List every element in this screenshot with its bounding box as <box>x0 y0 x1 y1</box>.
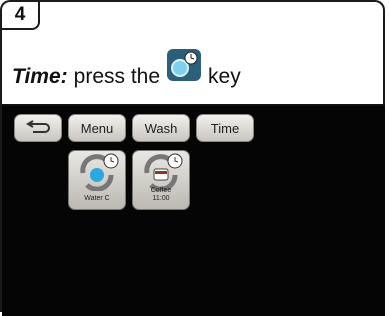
instruction-before-icon: press the <box>73 65 161 88</box>
back-button[interactable] <box>14 114 62 142</box>
coffee-tile-label: Coffee 11:00 <box>133 187 189 203</box>
machine-display: Menu Wash Time Water C Coffee 11:00 <box>2 104 385 316</box>
menu-button-label: Menu <box>80 120 114 136</box>
time-settings-key-icon <box>167 49 202 81</box>
instruction-text: Time: press the key <box>12 49 241 94</box>
wash-button-label: Wash <box>144 120 178 136</box>
water-tile[interactable]: Water C <box>68 150 126 210</box>
instruction-label: Time: <box>12 65 68 88</box>
instruction-after-icon: key <box>208 65 241 88</box>
wash-button[interactable]: Wash <box>132 114 190 142</box>
step-number-badge: 4 <box>2 2 40 30</box>
coffee-tile-title: Coffee <box>150 187 172 194</box>
coffee-tile[interactable]: Coffee 11:00 <box>132 150 190 210</box>
coffee-cycle-clock-icon <box>144 153 183 191</box>
water-tile-label: Water C <box>69 195 125 203</box>
time-button-label: Time <box>210 120 240 136</box>
back-arrow-icon <box>26 120 50 133</box>
water-cycle-clock-icon <box>80 153 119 191</box>
coffee-tile-time: 11:00 <box>152 195 170 202</box>
step-number: 4 <box>14 4 26 25</box>
menu-button[interactable]: Menu <box>68 114 126 142</box>
time-button[interactable]: Time <box>196 114 254 142</box>
water-tile-title: Water C <box>84 195 110 202</box>
